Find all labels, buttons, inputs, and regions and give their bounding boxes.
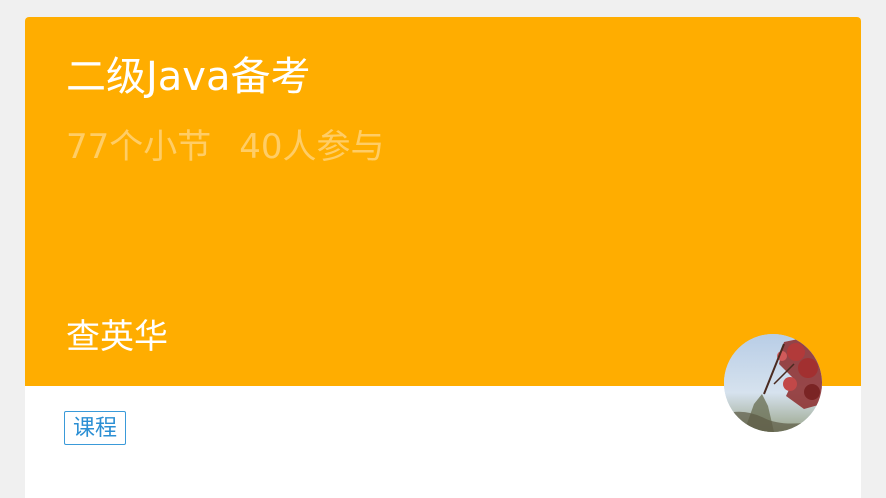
course-meta: 77个小节 40人参与 xyxy=(66,125,385,169)
teacher-name: 查英华 xyxy=(66,317,168,357)
course-type-tag: 课程 xyxy=(64,411,127,445)
avatar-photo-icon xyxy=(724,334,822,432)
course-card[interactable]: 二级Java备考 77个小节 40人参与 查英华 课程 xyxy=(25,17,861,498)
teacher-avatar[interactable] xyxy=(724,334,822,432)
course-title: 二级Java备考 xyxy=(66,54,311,100)
course-banner[interactable]: 二级Java备考 77个小节 40人参与 查英华 xyxy=(25,17,861,386)
participant-count: 40人参与 xyxy=(239,127,385,167)
section-count: 77个小节 xyxy=(66,127,212,167)
